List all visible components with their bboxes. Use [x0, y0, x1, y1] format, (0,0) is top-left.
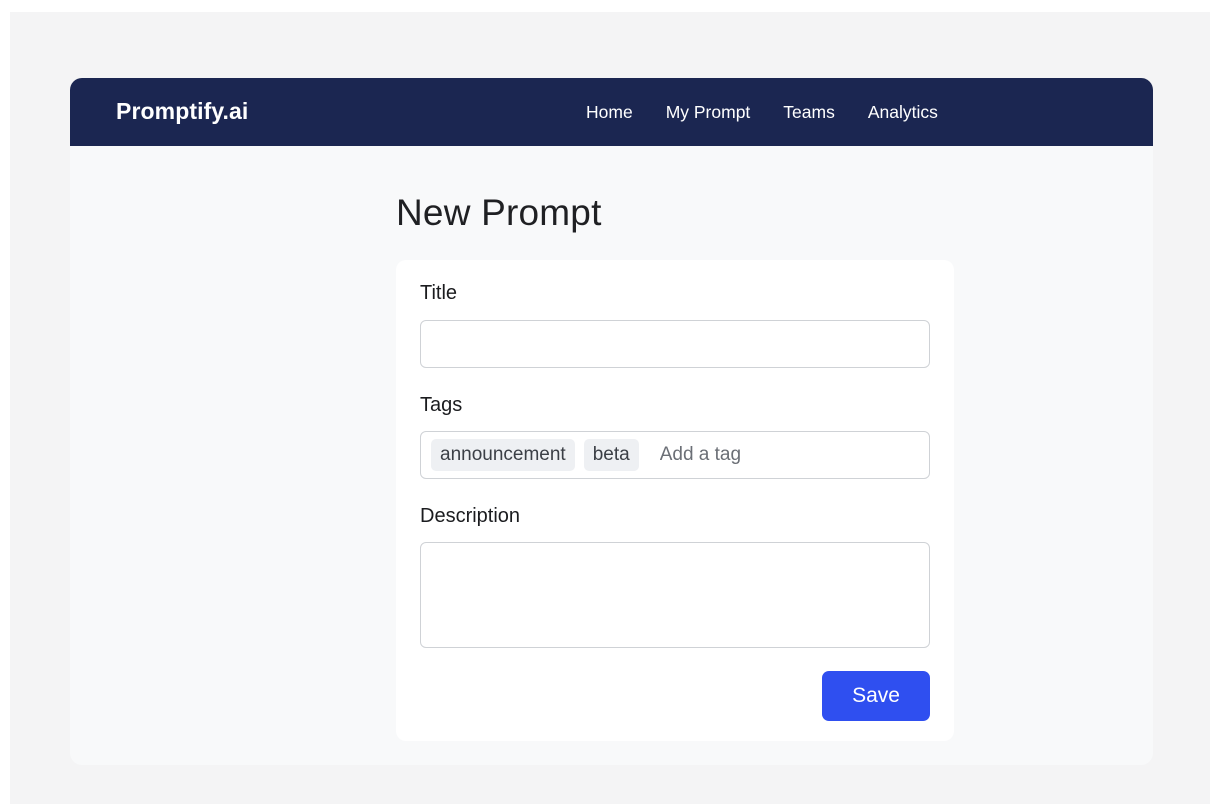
add-tag-input[interactable]: [659, 444, 860, 466]
tag-chip-announcement[interactable]: announcement: [431, 439, 575, 471]
page-title: New Prompt: [396, 192, 602, 233]
nav-item-home[interactable]: Home: [586, 102, 633, 123]
description-textarea[interactable]: [420, 542, 930, 648]
top-navbar: Promptify.ai Home My Prompt Teams Analyt…: [70, 78, 1153, 146]
save-button[interactable]: Save: [822, 671, 930, 721]
title-label: Title: [420, 282, 458, 304]
main-nav: Home My Prompt Teams Analytics: [586, 102, 938, 123]
brand-logo[interactable]: Promptify.ai: [116, 98, 248, 125]
nav-item-my-prompt[interactable]: My Prompt: [666, 102, 751, 123]
new-prompt-form: Title Tags announcement beta Description…: [396, 260, 954, 741]
app-window: Promptify.ai Home My Prompt Teams Analyt…: [70, 78, 1153, 765]
tag-chip-beta[interactable]: beta: [583, 439, 639, 471]
title-input[interactable]: [420, 320, 930, 368]
description-label: Description: [420, 505, 521, 527]
nav-item-teams[interactable]: Teams: [783, 102, 835, 123]
tags-field[interactable]: announcement beta: [420, 431, 930, 479]
nav-item-analytics[interactable]: Analytics: [868, 102, 938, 123]
tags-label: Tags: [420, 394, 463, 416]
